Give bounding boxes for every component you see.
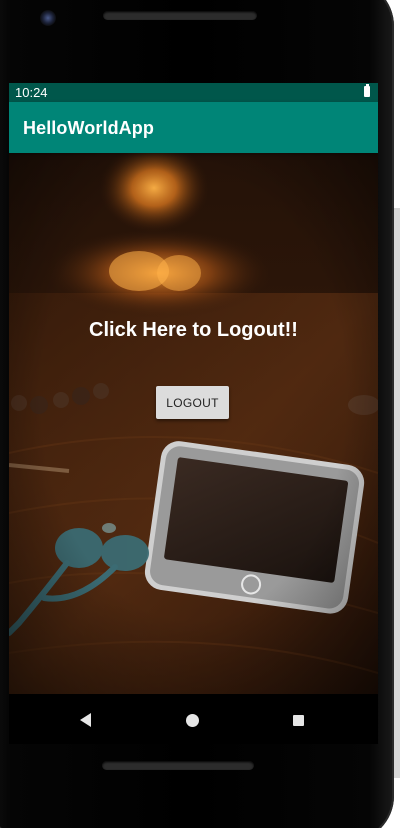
recents-icon[interactable] (293, 715, 304, 726)
front-camera-icon (40, 10, 56, 26)
app-bar: HelloWorldApp (9, 102, 378, 153)
bottom-speaker (102, 761, 254, 770)
emulator-window: 10:24 HelloWorldApp Click Here to Logout… (0, 0, 400, 828)
earpiece-speaker (103, 11, 257, 20)
battery-icon (364, 84, 370, 97)
logout-headline: Click Here to Logout!! (89, 319, 298, 341)
home-icon[interactable] (186, 714, 199, 727)
background-photo (9, 153, 378, 694)
back-icon[interactable] (80, 713, 91, 727)
logout-button[interactable]: LOGOUT (156, 386, 229, 419)
side-rail (393, 208, 400, 778)
main-content: Click Here to Logout!! LOGOUT (9, 153, 378, 694)
app-title: HelloWorldApp (23, 118, 154, 138)
navigation-bar (9, 694, 378, 744)
status-time: 10:24 (15, 85, 48, 100)
status-bar: 10:24 (9, 83, 378, 102)
device-screen: 10:24 HelloWorldApp Click Here to Logout… (9, 83, 378, 744)
